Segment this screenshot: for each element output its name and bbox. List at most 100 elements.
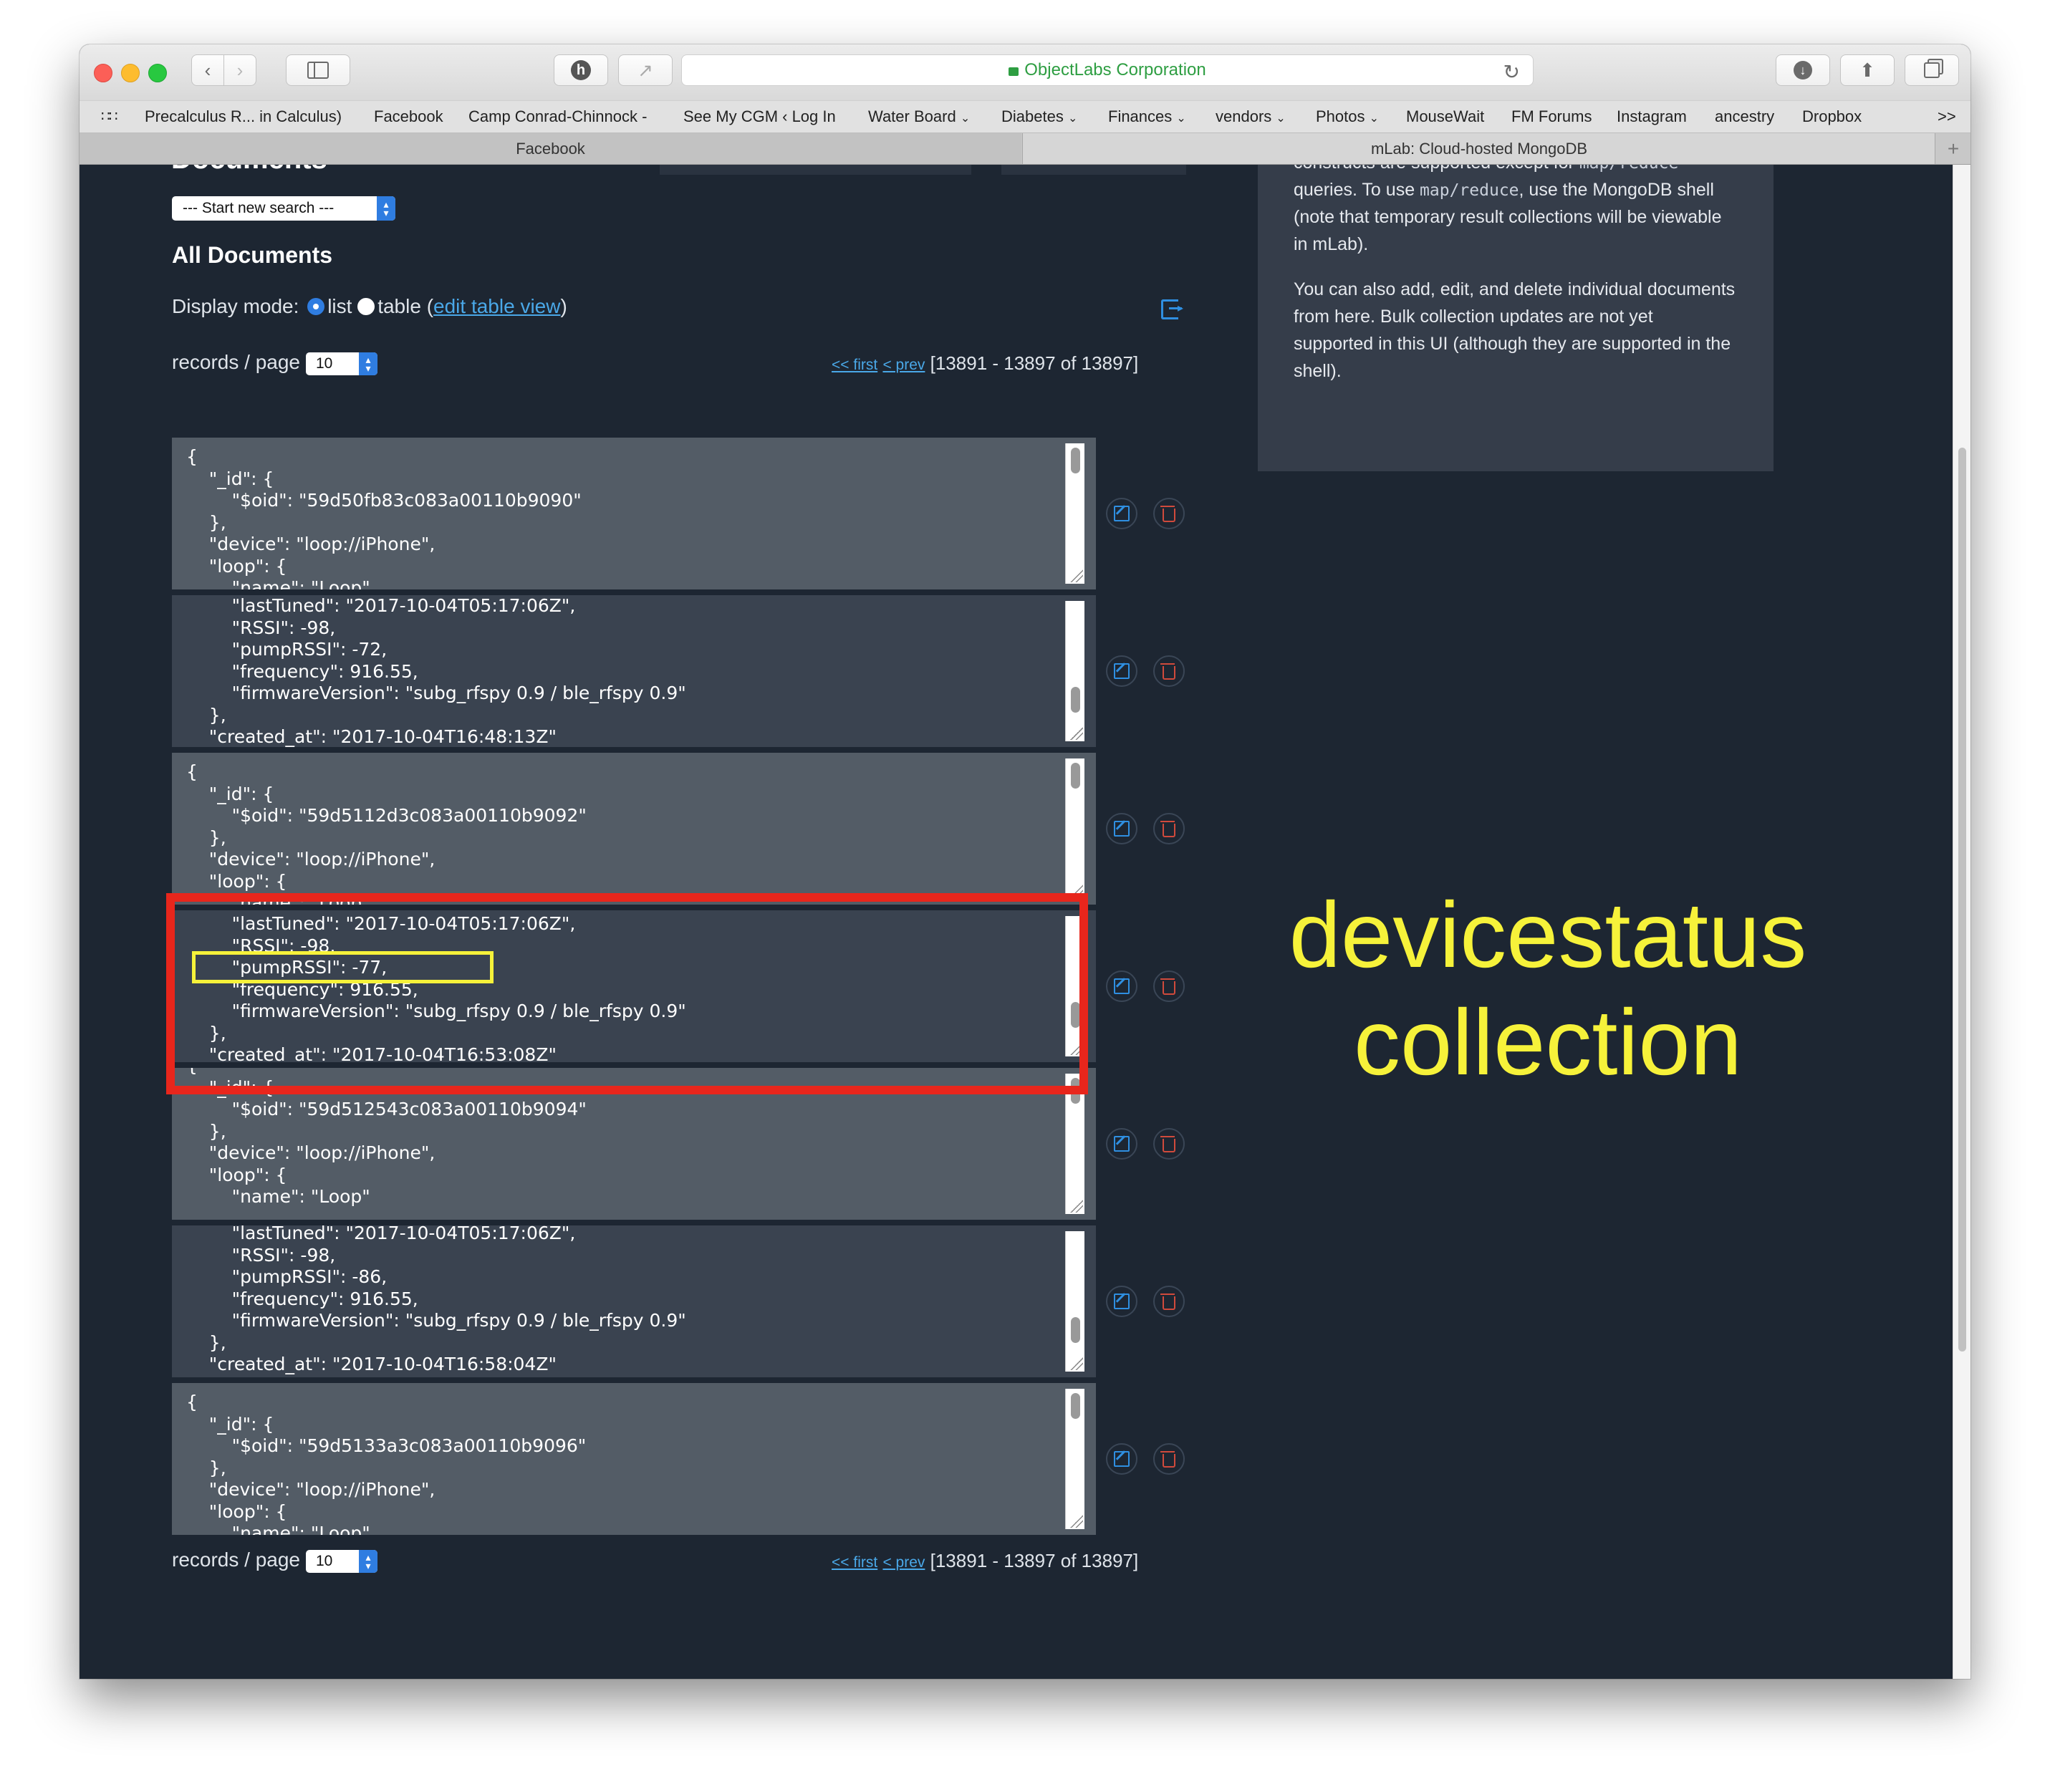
document-json: "lastTuned": "2017-10-04T05:17:06Z", "RS… xyxy=(208,1225,686,1374)
document-editor[interactable]: "lastTuned": "2017-10-04T05:17:06Z", "RS… xyxy=(172,595,1096,747)
extension-tool-button[interactable]: ↗ xyxy=(618,54,673,86)
trash-icon xyxy=(1160,1293,1175,1310)
delete-document-button[interactable] xyxy=(1153,970,1185,1002)
share-icon: ⬆ xyxy=(1859,59,1875,81)
records-per-page-select[interactable]: 10 ▴ ▾ xyxy=(306,352,377,375)
resize-grip-icon[interactable] xyxy=(1070,1357,1083,1370)
bookmark-item[interactable]: See My CGM ‹ Log In xyxy=(683,107,836,126)
edit-document-button[interactable] xyxy=(1106,970,1137,1002)
edit-document-button[interactable] xyxy=(1106,498,1137,529)
bookmark-item[interactable]: Precalculus R... in Calculus) xyxy=(145,107,342,126)
delete-document-button[interactable] xyxy=(1153,655,1185,687)
zoom-window-button[interactable] xyxy=(148,64,167,82)
tab-mlab[interactable]: mLab: Cloud-hosted MongoDB xyxy=(1022,133,1935,164)
help-text: queries. To use xyxy=(1294,180,1420,200)
bookmark-item[interactable]: MouseWait xyxy=(1406,107,1484,126)
bookmark-folder[interactable]: Diabetes ⌄ xyxy=(1001,107,1077,126)
highlight-box-red xyxy=(166,893,1088,1094)
edit-table-view-link[interactable]: edit table view xyxy=(433,295,560,317)
search-select[interactable]: --- Start new search --- ▴ ▾ xyxy=(172,196,395,221)
more-bookmarks-button[interactable]: >> xyxy=(1938,107,1956,126)
pager-prev-link[interactable]: < prev xyxy=(882,357,925,373)
bookmark-item[interactable]: Dropbox xyxy=(1802,107,1862,126)
new-tab-button[interactable]: + xyxy=(1935,133,1970,164)
edit-icon xyxy=(1114,1450,1130,1467)
tab-facebook[interactable]: Facebook xyxy=(80,133,1021,164)
bookmark-folder-label: Finances xyxy=(1108,107,1173,125)
select-stepper-icon: ▴ ▾ xyxy=(359,1550,377,1573)
resize-grip-icon[interactable] xyxy=(1070,727,1083,740)
bookmark-item[interactable]: Instagram xyxy=(1617,107,1687,126)
forward-button[interactable]: › xyxy=(223,54,256,86)
edit-icon xyxy=(1114,1135,1130,1152)
display-mode-label: Display mode: xyxy=(172,295,299,317)
edit-document-button[interactable] xyxy=(1106,813,1137,844)
edit-document-button[interactable] xyxy=(1106,655,1137,687)
pager-prev-link[interactable]: < prev xyxy=(882,1554,925,1571)
delete-document-button[interactable] xyxy=(1153,1128,1185,1160)
document-scrollbar[interactable] xyxy=(1065,1389,1084,1529)
pager-top: << first < prev [13891 - 13897 of 13897] xyxy=(832,352,1138,375)
apps-grid-icon[interactable]: ∷∷ xyxy=(101,107,117,125)
trash-icon xyxy=(1160,1450,1175,1468)
delete-document-button[interactable] xyxy=(1153,1443,1185,1475)
sidebar-toggle-button[interactable] xyxy=(286,54,350,86)
edit-document-button[interactable] xyxy=(1106,1286,1137,1317)
resize-grip-icon[interactable] xyxy=(1070,1200,1083,1213)
bookmarks-bar: ∷∷ Precalculus R... in Calculus) Faceboo… xyxy=(80,100,1970,133)
document-editor[interactable]: { "_id": { "$oid": "59d5112d3c083a00110b… xyxy=(172,753,1096,905)
bookmark-folder[interactable]: Water Board ⌄ xyxy=(868,107,970,126)
tab-label: Facebook xyxy=(516,139,585,158)
reload-icon[interactable]: ↻ xyxy=(1503,60,1520,84)
edit-document-button[interactable] xyxy=(1106,1443,1137,1475)
resize-grip-icon[interactable] xyxy=(1070,569,1083,582)
pager-first-link[interactable]: << first xyxy=(832,357,877,373)
page-scroll-thumb[interactable] xyxy=(1958,448,1966,1352)
bookmark-folder[interactable]: vendors ⌄ xyxy=(1216,107,1286,126)
edit-icon xyxy=(1114,978,1130,994)
resize-grip-icon[interactable] xyxy=(1070,1515,1083,1528)
records-per-page-select[interactable]: 10 ▴ ▾ xyxy=(306,1550,377,1573)
tool-icon: ↗ xyxy=(637,59,653,81)
edit-document-button[interactable] xyxy=(1106,1128,1137,1160)
document-editor[interactable]: { "_id": { "$oid": "59d5133a3c083a00110b… xyxy=(172,1383,1096,1535)
delete-document-button[interactable] xyxy=(1153,1286,1185,1317)
highlight-box-yellow xyxy=(192,951,494,983)
document-scrollbar[interactable] xyxy=(1065,443,1084,584)
bookmark-folder[interactable]: Photos ⌄ xyxy=(1316,107,1379,126)
table-radio-label: table xyxy=(377,295,421,317)
extension-h-button[interactable]: h xyxy=(554,54,608,86)
cut-toolbar-left xyxy=(660,165,971,175)
bookmark-item[interactable]: FM Forums xyxy=(1511,107,1592,126)
bookmark-item[interactable]: ancestry xyxy=(1715,107,1774,126)
document-scrollbar[interactable] xyxy=(1065,601,1084,741)
tab-overview-button[interactable] xyxy=(1905,54,1959,86)
document-json: { "_id": { "$oid": "59d5112d3c083a00110b… xyxy=(186,761,587,905)
table-radio[interactable] xyxy=(357,298,375,315)
pager-first-link[interactable]: << first xyxy=(832,1554,877,1571)
share-button[interactable]: ⬆ xyxy=(1840,54,1895,86)
document-scrollbar[interactable] xyxy=(1065,1231,1084,1372)
help-line: in mLab). xyxy=(1294,234,1369,254)
close-window-button[interactable] xyxy=(94,64,112,82)
downloads-button[interactable]: ↓ xyxy=(1776,54,1830,86)
list-radio[interactable] xyxy=(307,298,325,315)
records-per-page-label: records / page xyxy=(172,1548,300,1571)
bookmark-item[interactable]: Camp Conrad-Chinnock - xyxy=(468,107,647,126)
address-bar[interactable]: ObjectLabs Corporation ↻ xyxy=(681,54,1534,86)
bookmark-item[interactable]: Facebook xyxy=(374,107,443,126)
document-scrollbar[interactable] xyxy=(1065,1074,1084,1214)
back-button[interactable]: ‹ xyxy=(191,54,224,86)
document-editor[interactable]: "lastTuned": "2017-10-04T05:17:06Z", "RS… xyxy=(172,1225,1096,1377)
pager-bottom: << first < prev [13891 - 13897 of 13897] xyxy=(832,1550,1138,1572)
bookmark-folder[interactable]: Finances ⌄ xyxy=(1108,107,1186,126)
minimize-window-button[interactable] xyxy=(121,64,140,82)
document-editor[interactable]: { "_id": { "$oid": "59d50fb83c083a00110b… xyxy=(172,438,1096,589)
help-line: You can also add, edit, and delete indiv… xyxy=(1294,279,1736,299)
help-line: from here. Bulk collection updates are n… xyxy=(1294,307,1653,327)
delete-document-button[interactable] xyxy=(1153,498,1185,529)
document-scrollbar[interactable] xyxy=(1065,758,1084,899)
delete-document-button[interactable] xyxy=(1153,813,1185,844)
page-scrollbar[interactable] xyxy=(1953,165,1970,1679)
export-icon[interactable]: ▸ xyxy=(1161,299,1183,319)
